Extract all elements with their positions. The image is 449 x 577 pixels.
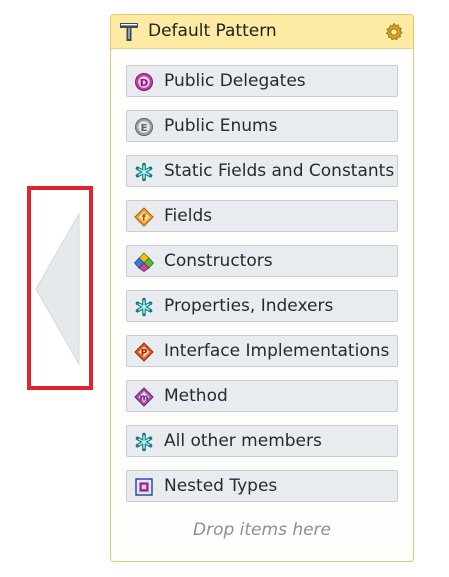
item-label: Constructors <box>164 251 273 271</box>
item-label: Properties, Indexers <box>164 296 334 316</box>
other-members-icon <box>135 432 153 452</box>
method-icon: m <box>134 387 154 407</box>
field-icon: f <box>134 207 154 227</box>
interface-implementation-icon: P <box>134 342 154 362</box>
svg-text:P: P <box>141 349 148 359</box>
enum-icon: E <box>135 118 153 136</box>
pattern-item-properties[interactable]: Properties, Indexers <box>126 290 398 322</box>
pattern-item-constructors[interactable]: Constructors <box>126 245 398 277</box>
item-label: Static Fields and Constants <box>164 161 395 181</box>
panel-header: Default Pattern <box>111 15 413 49</box>
pattern-item-nested-types[interactable]: Nested Types <box>126 470 398 502</box>
delegate-icon: D <box>135 73 153 91</box>
pattern-item-static-fields[interactable]: Static Fields and Constants <box>126 155 398 187</box>
pattern-item-public-delegates[interactable]: D Public Delegates <box>126 65 398 97</box>
panel-title: Default Pattern <box>148 21 277 41</box>
item-label: Method <box>164 386 228 406</box>
collapse-arrow-icon[interactable] <box>31 190 89 386</box>
gear-icon[interactable] <box>384 22 404 42</box>
svg-text:E: E <box>141 123 148 134</box>
collapse-handle-highlight[interactable] <box>27 186 93 390</box>
nested-type-icon <box>135 478 153 496</box>
item-label: All other members <box>164 431 322 451</box>
pattern-t-icon <box>120 23 138 41</box>
drop-target-hint[interactable]: Drop items here <box>111 520 413 541</box>
pattern-item-fields[interactable]: f Fields <box>126 200 398 232</box>
item-label: Public Enums <box>164 116 278 136</box>
static-member-icon <box>135 162 153 182</box>
svg-text:D: D <box>140 78 148 89</box>
svg-text:m: m <box>140 393 149 403</box>
item-label: Public Delegates <box>164 71 306 91</box>
stage: Default Pattern D Public Delegates E Pub… <box>0 0 449 577</box>
item-label: Interface Implementations <box>164 341 390 361</box>
pattern-item-all-other-members[interactable]: All other members <box>126 425 398 457</box>
constructor-icon <box>134 252 154 272</box>
property-icon <box>135 297 153 317</box>
item-label: Nested Types <box>164 476 278 496</box>
pattern-item-public-enums[interactable]: E Public Enums <box>126 110 398 142</box>
pattern-panel: Default Pattern D Public Delegates E Pub… <box>110 14 414 562</box>
pattern-item-interface-implementations[interactable]: P Interface Implementations <box>126 335 398 367</box>
item-label: Fields <box>164 206 213 226</box>
pattern-item-method[interactable]: m Method <box>126 380 398 412</box>
